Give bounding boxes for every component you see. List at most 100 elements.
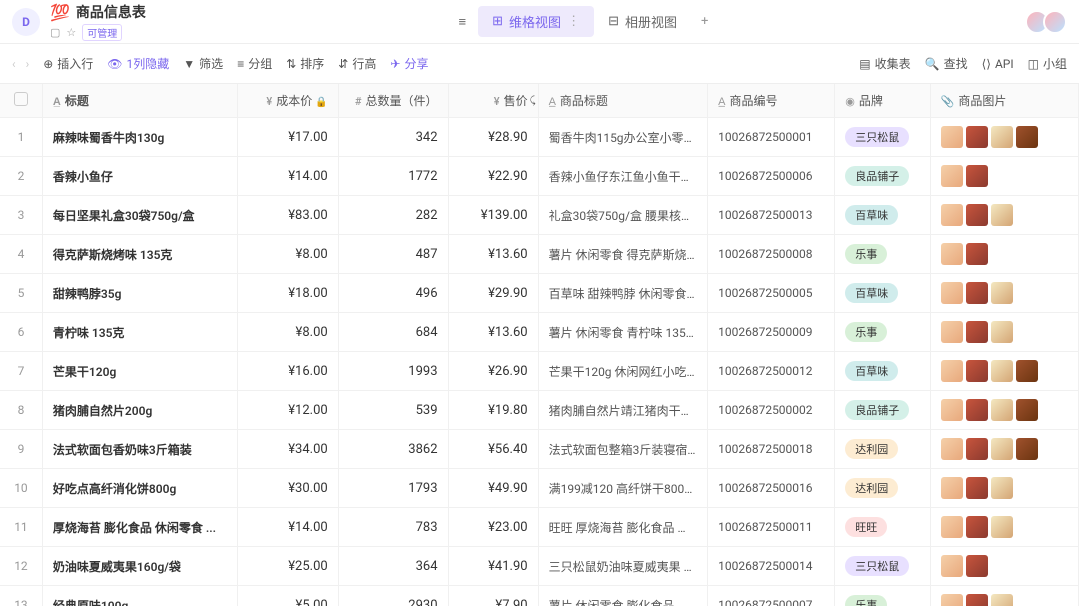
- star-icon[interactable]: ☆: [66, 26, 76, 39]
- image-thumb[interactable]: [941, 594, 963, 606]
- header-image[interactable]: 📎商品图片: [930, 84, 1078, 118]
- cell-title[interactable]: 好吃点高纤消化饼800g: [42, 469, 237, 508]
- cell-brand[interactable]: 百草味: [835, 352, 930, 391]
- hidden-columns-button[interactable]: 👁1列隐藏: [107, 55, 169, 72]
- image-thumb[interactable]: [941, 204, 963, 226]
- cell-product-title[interactable]: 礼盒30袋750g/盒 腰果核桃...: [538, 196, 708, 235]
- cell-brand[interactable]: 百草味: [835, 196, 930, 235]
- cell-title[interactable]: 法式软面包香奶味3斤箱装: [42, 430, 237, 469]
- cell-images[interactable]: [930, 586, 1078, 606]
- header-qty[interactable]: #总数量（件）: [338, 84, 448, 118]
- table-row[interactable]: 11厚烧海苔 膨化食品 休闲零食 ...¥14.00783¥23.00旺旺 厚烧…: [0, 508, 1079, 547]
- folder-icon[interactable]: ▢: [50, 26, 60, 39]
- cell-brand[interactable]: 良品铺子: [835, 157, 930, 196]
- back-icon[interactable]: ‹: [12, 57, 16, 71]
- cell-qty[interactable]: 3862: [338, 430, 448, 469]
- cell-title[interactable]: 奶油味夏威夷果160g/袋: [42, 547, 237, 586]
- table-row[interactable]: 1麻辣味蜀香牛肉130g¥17.00342¥28.90蜀香牛肉115g办公室小零…: [0, 118, 1079, 157]
- header-ptitle[interactable]: A̲商品标题: [538, 84, 708, 118]
- cell-title[interactable]: 芒果干120g: [42, 352, 237, 391]
- forward-icon[interactable]: ›: [26, 57, 30, 71]
- table-row[interactable]: 3每日坚果礼盒30袋750g/盒¥83.00282¥139.00礼盒30袋750…: [0, 196, 1079, 235]
- cell-qty[interactable]: 282: [338, 196, 448, 235]
- image-thumb[interactable]: [941, 438, 963, 460]
- cell-cost[interactable]: ¥18.00: [238, 274, 339, 313]
- cell-product-title[interactable]: 蜀香牛肉115g办公室小零食...: [538, 118, 708, 157]
- cell-product-title[interactable]: 猪肉脯自然片靖江猪肉干肉...: [538, 391, 708, 430]
- table-row[interactable]: 13经典原味100g¥5.002930¥7.90薯片 休闲零食 膨化食品 美国.…: [0, 586, 1079, 606]
- cell-cost[interactable]: ¥83.00: [238, 196, 339, 235]
- avatar[interactable]: [1043, 10, 1067, 34]
- cell-price[interactable]: ¥13.60: [448, 313, 538, 352]
- cell-images[interactable]: [930, 235, 1078, 274]
- share-button[interactable]: ✈分享: [390, 55, 428, 72]
- cell-product-title[interactable]: 薯片 休闲零食 青柠味 135克: [538, 313, 708, 352]
- cell-images[interactable]: [930, 508, 1078, 547]
- image-thumb[interactable]: [966, 555, 988, 577]
- cell-product-title[interactable]: 香辣小鱼仔东江鱼小鱼干即...: [538, 157, 708, 196]
- image-thumb[interactable]: [966, 438, 988, 460]
- cell-title[interactable]: 青柠味 135克: [42, 313, 237, 352]
- cell-price[interactable]: ¥41.90: [448, 547, 538, 586]
- image-thumb[interactable]: [966, 243, 988, 265]
- cell-images[interactable]: [930, 430, 1078, 469]
- image-thumb[interactable]: [941, 321, 963, 343]
- cell-product-title[interactable]: 薯片 休闲零食 得克萨斯烧烤...: [538, 235, 708, 274]
- image-thumb[interactable]: [1016, 438, 1038, 460]
- image-thumb[interactable]: [941, 282, 963, 304]
- cell-price[interactable]: ¥28.90: [448, 118, 538, 157]
- cell-title[interactable]: 猪肉脯自然片200g: [42, 391, 237, 430]
- image-thumb[interactable]: [966, 165, 988, 187]
- cell-price[interactable]: ¥19.80: [448, 391, 538, 430]
- api-button[interactable]: ⟨⟩API: [982, 55, 1014, 72]
- cell-brand[interactable]: 达利园: [835, 469, 930, 508]
- cell-brand[interactable]: 达利园: [835, 430, 930, 469]
- table-row[interactable]: 8猪肉脯自然片200g¥12.00539¥19.80猪肉脯自然片靖江猪肉干肉..…: [0, 391, 1079, 430]
- table-row[interactable]: 2香辣小鱼仔¥14.001772¥22.90香辣小鱼仔东江鱼小鱼干即...100…: [0, 157, 1079, 196]
- table-row[interactable]: 9法式软面包香奶味3斤箱装¥34.003862¥56.40法式软面包整箱3斤装寝…: [0, 430, 1079, 469]
- grid-scroll[interactable]: A̲标题 ¥成本价🔒 #总数量（件） ¥售价⤹ A̲商品标题 A̲商品编号 ◉品…: [0, 84, 1079, 606]
- image-thumb[interactable]: [941, 360, 963, 382]
- cell-brand[interactable]: 旺旺: [835, 508, 930, 547]
- cell-brand[interactable]: 乐事: [835, 586, 930, 606]
- cell-title[interactable]: 经典原味100g: [42, 586, 237, 606]
- cell-brand[interactable]: 乐事: [835, 313, 930, 352]
- cell-code[interactable]: 10026872500006: [708, 157, 835, 196]
- group-button[interactable]: ≡分组: [237, 55, 272, 72]
- cell-qty[interactable]: 1772: [338, 157, 448, 196]
- table-row[interactable]: 7芒果干120g¥16.001993¥26.90芒果干120g 休闲网红小吃水.…: [0, 352, 1079, 391]
- cell-code[interactable]: 10026872500012: [708, 352, 835, 391]
- cell-brand[interactable]: 百草味: [835, 274, 930, 313]
- cell-title[interactable]: 厚烧海苔 膨化食品 休闲零食 ...: [42, 508, 237, 547]
- cell-brand[interactable]: 三只松鼠: [835, 118, 930, 157]
- cell-images[interactable]: [930, 274, 1078, 313]
- image-thumb[interactable]: [941, 243, 963, 265]
- image-thumb[interactable]: [991, 282, 1013, 304]
- cell-cost[interactable]: ¥34.00: [238, 430, 339, 469]
- cell-price[interactable]: ¥23.00: [448, 508, 538, 547]
- cell-code[interactable]: 10026872500007: [708, 586, 835, 606]
- cell-qty[interactable]: 539: [338, 391, 448, 430]
- cell-qty[interactable]: 1993: [338, 352, 448, 391]
- image-thumb[interactable]: [966, 204, 988, 226]
- cell-qty[interactable]: 342: [338, 118, 448, 157]
- table-row[interactable]: 12奶油味夏威夷果160g/袋¥25.00364¥41.90三只松鼠奶油味夏威夷…: [0, 547, 1079, 586]
- image-thumb[interactable]: [991, 126, 1013, 148]
- cell-qty[interactable]: 364: [338, 547, 448, 586]
- image-thumb[interactable]: [1016, 126, 1038, 148]
- checkbox-icon[interactable]: [14, 92, 28, 106]
- sort-button[interactable]: ⇅排序: [286, 55, 324, 72]
- collect-form-button[interactable]: ▤收集表: [859, 55, 910, 72]
- image-thumb[interactable]: [1016, 360, 1038, 382]
- cell-qty[interactable]: 684: [338, 313, 448, 352]
- cell-images[interactable]: [930, 313, 1078, 352]
- image-thumb[interactable]: [991, 360, 1013, 382]
- image-thumb[interactable]: [941, 126, 963, 148]
- cell-cost[interactable]: ¥25.00: [238, 547, 339, 586]
- cell-price[interactable]: ¥49.90: [448, 469, 538, 508]
- cell-code[interactable]: 10026872500001: [708, 118, 835, 157]
- image-thumb[interactable]: [991, 399, 1013, 421]
- image-thumb[interactable]: [991, 516, 1013, 538]
- cell-code[interactable]: 10026872500008: [708, 235, 835, 274]
- cell-cost[interactable]: ¥8.00: [238, 313, 339, 352]
